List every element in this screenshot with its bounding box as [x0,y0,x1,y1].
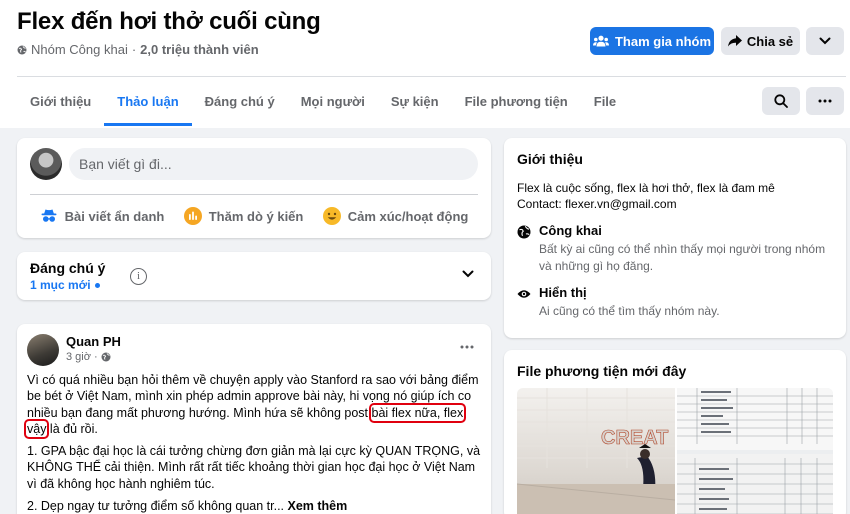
group-members[interactable]: 2,0 triệu thành viên [140,42,258,57]
composer-divider [30,194,478,195]
join-group-label: Tham gia nhóm [614,33,712,49]
post-paragraph: 2. Dẹp ngay tư tưởng điểm số không quan … [27,499,348,514]
tab-discussion[interactable]: Thảo luận [104,84,193,126]
media-photo[interactable]: CREAT [517,388,675,514]
tab-media[interactable]: File phương tiện [452,84,581,126]
tab-files[interactable]: File [581,84,629,126]
chevron-down-icon [819,37,831,45]
post-composer: Bạn viết gì đi... Bài viết ẩn danh Thăm … [17,138,491,238]
more-dots-icon [818,99,832,103]
group-privacy: Nhóm Công khai [31,42,128,57]
poll-label: Thăm dò ý kiến [208,208,304,224]
post-paragraph: Vì có quá nhiều bạn hỏi thêm về chuyện a… [23,373,479,439]
poll-button[interactable]: Thăm dò ý kiến [183,207,304,225]
about-description: Flex là cuộc sống, flex là hơi thở, flex… [517,181,775,211]
anonymous-post-label: Bài viết ẩn danh [64,208,165,224]
chevron-down-icon[interactable] [462,270,474,278]
group-tabs: Giới thiệu Thảo luận Đáng chú ý Mọi ngườ… [17,84,629,126]
visibility-title: Hiển thị [539,285,587,300]
new-dot [94,282,100,288]
avatar[interactable] [27,334,59,366]
featured-title: Đáng chú ý [30,260,106,276]
header-more-button[interactable] [806,27,844,55]
about-heading: Giới thiệu [517,151,583,167]
globe-icon [17,45,27,54]
transcript-photo [677,388,833,514]
post-paragraph: 1. GPA bậc đại học là cái tưởng chừng đơ… [27,444,481,491]
info-icon[interactable]: i [130,268,147,285]
group-header: Flex đến hơi thở cuối cùng Nhóm Công kha… [0,0,850,128]
feed-post: Quan PH 3 giờ · Vì có quá nhiều bạn hỏi … [17,324,491,514]
building-photo: CREAT [517,388,675,514]
see-more-link[interactable]: Xem thêm [288,499,348,513]
search-icon [774,94,788,108]
group-title: Flex đến hơi thở cuối cùng [17,8,321,35]
public-globe-icon [517,225,531,239]
header-divider [17,76,846,77]
more-dots-icon[interactable] [460,345,474,349]
emoji-icon [322,207,341,225]
tabs-more-button[interactable] [806,87,844,115]
featured-new-count: 1 mục mới [30,278,100,292]
composer-actions: Bài viết ẩn danh Thăm dò ý kiến Cảm xúc/… [30,202,478,230]
privacy-description: Bất kỳ ai cũng có thể nhìn thấy mọi ngườ… [539,242,826,273]
tab-featured[interactable]: Đáng chú ý [192,84,288,126]
globe-icon [101,352,111,362]
share-label: Chia sẻ [746,33,794,49]
anonymous-icon [41,209,57,222]
media-photo-text: CREAT [601,427,668,449]
post-time: 3 giờ · [66,351,111,363]
group-search-button[interactable] [762,87,800,115]
feeling-activity-button[interactable]: Cảm xúc/hoạt động [322,207,469,225]
eye-icon [517,290,531,298]
poll-icon [183,207,202,225]
tab-people[interactable]: Mọi người [288,84,378,126]
avatar[interactable] [30,148,62,180]
media-document-photo[interactable] [677,388,833,514]
share-arrow-icon [727,35,742,47]
post-author[interactable]: Quan PH [66,334,121,349]
visibility-description: Ai cũng có thể tìm thấy nhóm này. [539,304,720,318]
composer-input[interactable]: Bạn viết gì đi... [69,148,478,180]
featured-section[interactable]: Đáng chú ý 1 mục mới i [17,252,491,300]
media-heading: File phương tiện mới đây [517,363,687,379]
tab-events[interactable]: Sự kiện [378,84,452,126]
privacy-title: Công khai [539,223,602,238]
join-group-icon [592,35,609,47]
join-group-button[interactable]: Tham gia nhóm [590,27,714,55]
about-card: Giới thiệu Flex là cuộc sống, flex là hơ… [504,138,846,338]
anonymous-post-button[interactable]: Bài viết ẩn danh [40,207,165,225]
group-meta: Nhóm Công khai · 2,0 triệu thành viên [17,42,259,57]
tab-about[interactable]: Giới thiệu [17,84,104,126]
post-body: Vì có quá nhiều bạn hỏi thêm về chuyện a… [23,372,482,514]
recent-media-card: File phương tiện mới đây CREAT [504,350,846,514]
share-button[interactable]: Chia sẻ [721,27,800,55]
feeling-activity-label: Cảm xúc/hoạt động [347,208,469,224]
